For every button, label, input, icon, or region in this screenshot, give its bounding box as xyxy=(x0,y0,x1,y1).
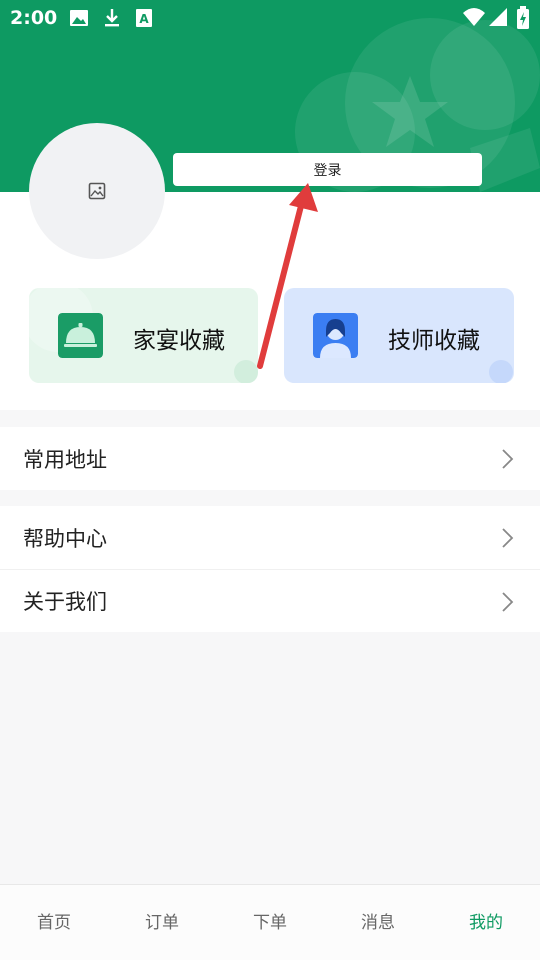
annotation-arrow xyxy=(257,183,318,369)
